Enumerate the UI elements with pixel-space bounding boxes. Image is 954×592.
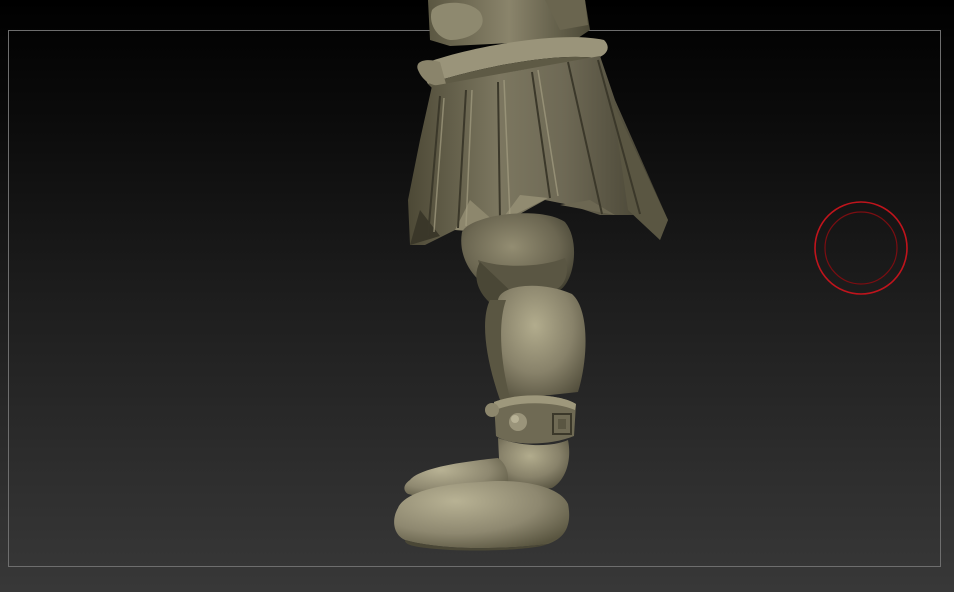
brush-circle-cursor-icon	[814, 201, 908, 295]
3d-viewport[interactable]	[0, 0, 954, 592]
sculpt-model[interactable]	[0, 0, 954, 592]
shin	[485, 285, 586, 400]
ankle-band	[485, 395, 576, 444]
